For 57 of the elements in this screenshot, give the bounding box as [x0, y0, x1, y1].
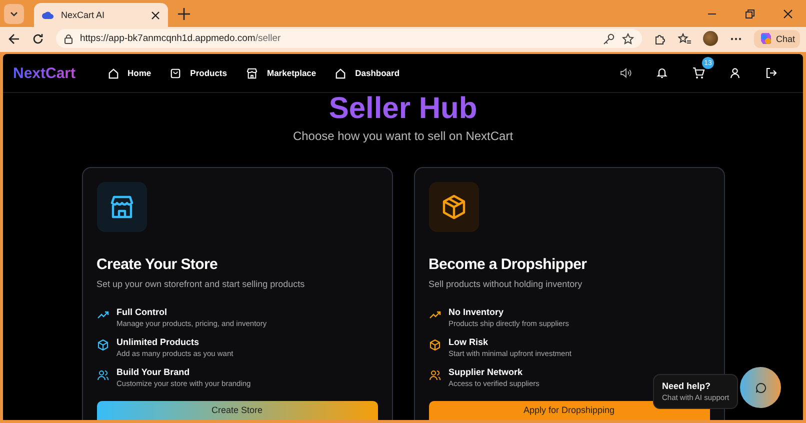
card-description: Set up your own storefront and start selling products: [96, 279, 306, 289]
nav-link[interactable]: Dashboard: [335, 68, 400, 78]
page-title: Seller Hub: [328, 93, 478, 125]
home-icon: [108, 68, 119, 78]
chat-button[interactable]: [740, 367, 781, 408]
more-icon[interactable]: [730, 36, 742, 40]
volume-icon[interactable]: [620, 67, 632, 79]
star-icon[interactable]: [622, 32, 634, 44]
close-icon[interactable]: [151, 10, 160, 20]
restore-icon[interactable]: [745, 8, 755, 18]
address-field[interactable]: https://app-bk7anmcqnh1d.appmedo.com/seller: [56, 29, 642, 48]
tab-title: NexCart AI: [61, 10, 106, 20]
logo[interactable]: NextCart: [13, 64, 76, 82]
tab-list-button[interactable]: [4, 4, 24, 24]
help-title: Need help?: [662, 381, 712, 391]
page-subtitle: Choose how you want to sell on NextCart: [292, 129, 514, 143]
users-icon: [428, 369, 440, 381]
trend-icon: [428, 309, 440, 321]
puzzle-icon[interactable]: [654, 32, 666, 44]
profile-avatar[interactable]: [702, 31, 718, 46]
close-icon[interactable]: [783, 8, 793, 18]
nav-link[interactable]: Products: [170, 68, 227, 78]
feature-title: Unlimited Products: [116, 337, 200, 347]
feature-title: No Inventory: [448, 307, 505, 317]
logout-icon[interactable]: [765, 67, 777, 79]
new-tab-icon[interactable]: [178, 8, 190, 20]
cloud-icon: [42, 10, 54, 20]
feature-title: Low Risk: [448, 337, 490, 347]
card-title: Become a Dropshipper: [428, 256, 588, 273]
home-icon: [335, 68, 346, 78]
back-icon[interactable]: [8, 32, 20, 44]
users-icon: [96, 369, 108, 381]
nav-link[interactable]: Marketplace: [246, 68, 316, 78]
box-icon: [428, 339, 440, 351]
feature-title: Full Control: [116, 307, 168, 317]
action-button[interactable]: Create Store: [96, 401, 378, 420]
bag-icon: [170, 68, 182, 78]
key-icon[interactable]: [602, 32, 615, 44]
chat-bubble-icon: [754, 382, 766, 394]
cart-icon[interactable]: [692, 67, 705, 79]
user-icon[interactable]: [729, 67, 741, 79]
favorites-icon[interactable]: [678, 32, 691, 44]
reload-icon[interactable]: [32, 32, 44, 44]
feature-title: Build Your Brand: [116, 367, 191, 377]
bell-icon[interactable]: [656, 67, 668, 79]
store-icon: [246, 68, 258, 78]
trend-icon: [96, 309, 108, 321]
feature-title: Supplier Network: [448, 367, 524, 377]
box-icon: [96, 339, 108, 351]
browser-tab[interactable]: NexCart AI: [34, 3, 168, 27]
card-title: Create Your Store: [96, 256, 219, 273]
nav-link[interactable]: Home: [108, 68, 152, 78]
copilot-icon: [758, 32, 773, 46]
copilot-chat-button[interactable]: Chat: [754, 30, 800, 48]
card-description: Sell products without holding inventory: [428, 279, 584, 289]
lock-icon: [64, 34, 73, 44]
action-button[interactable]: Apply for Dropshipping: [428, 401, 710, 420]
